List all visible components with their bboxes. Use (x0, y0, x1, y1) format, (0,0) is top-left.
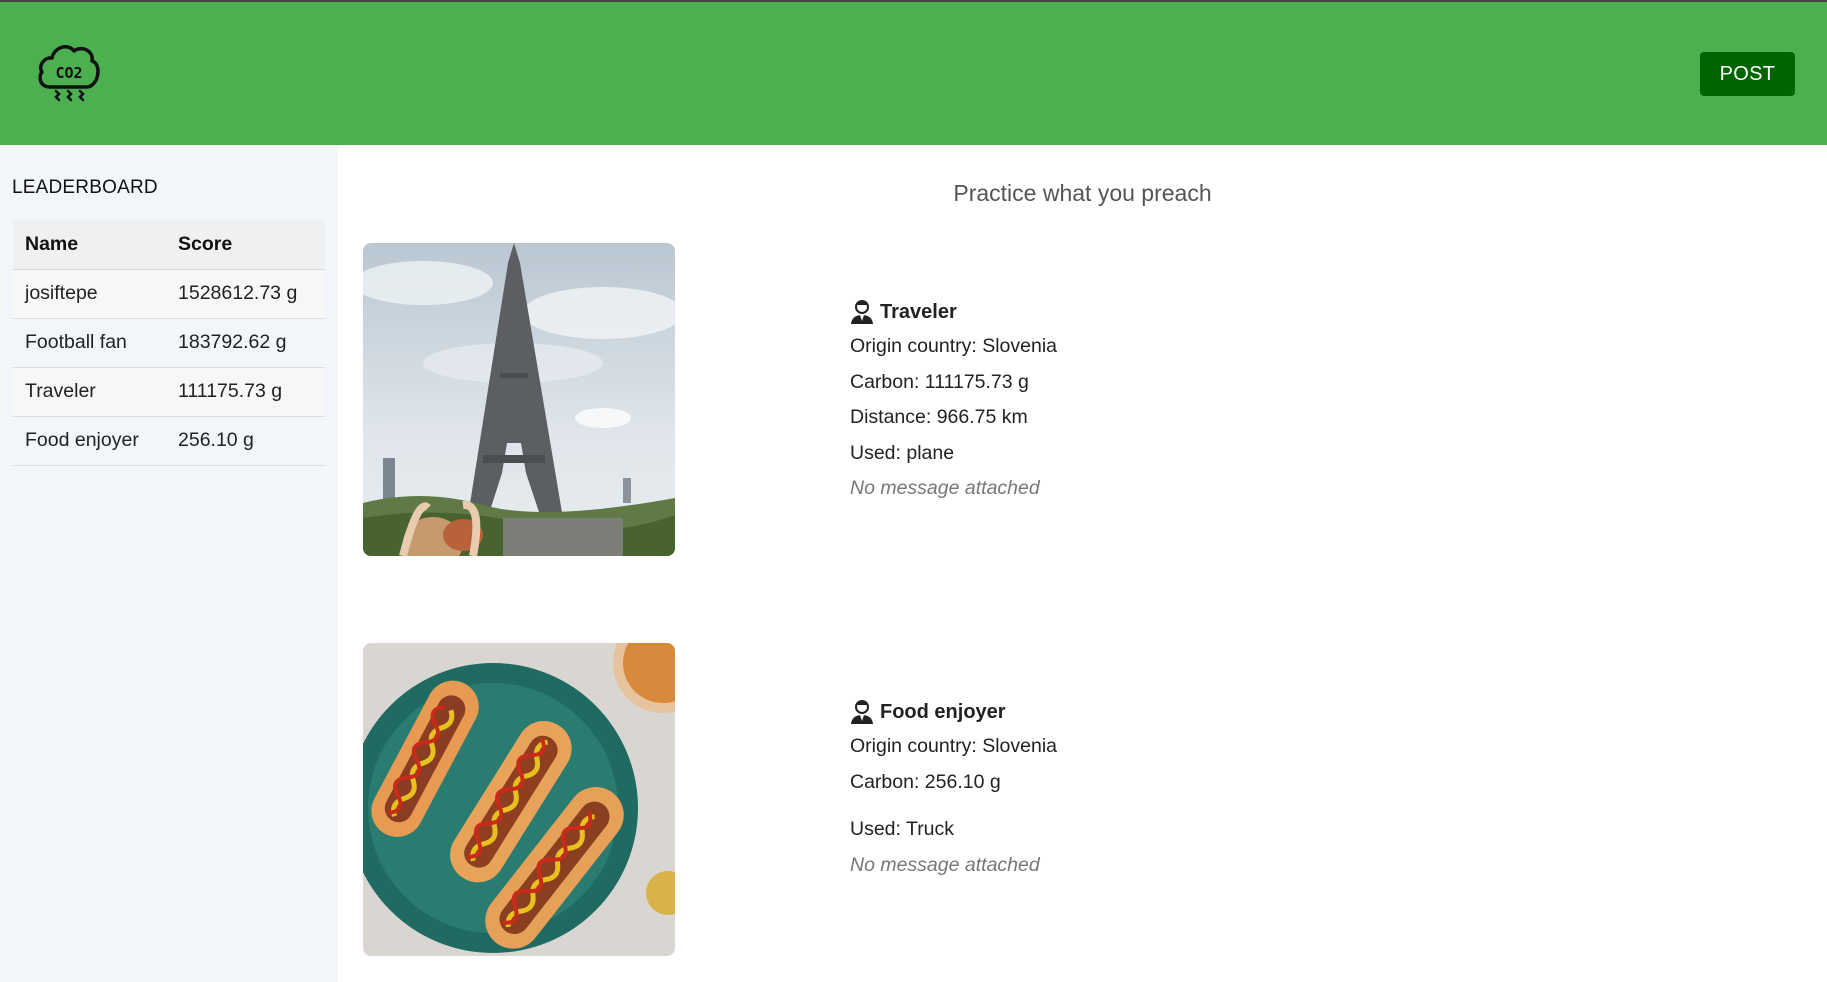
table-row: josiftepe 1528612.73 g (13, 269, 325, 319)
post-distance: Distance: 966.75 km (850, 406, 1028, 428)
leaderboard-name: josiftepe (13, 269, 166, 319)
leaderboard-title: LEADERBOARD (12, 177, 158, 198)
post-carbon: Carbon: 256.10 g (850, 770, 1001, 793)
table-row: Football fan 183792.62 g (13, 318, 325, 368)
post-origin: Origin country: Slovenia (850, 735, 1058, 757)
post-button[interactable]: POST (1700, 52, 1795, 96)
post-transport: Used: Truck (850, 818, 955, 840)
page-tagline: Practice what you preach (953, 180, 1212, 206)
post-message: No message attached (850, 477, 1040, 499)
leaderboard-sidebar: LEADERBOARD Name Score josiftepe 1528612… (0, 145, 338, 982)
leaderboard-name: Football fan (13, 318, 166, 368)
column-header-score: Score (166, 220, 325, 270)
leaderboard-table: Name Score josiftepe 1528612.73 g Footba… (13, 220, 325, 466)
app-header: CO2 POST (0, 2, 1827, 145)
leaderboard-score: 1528612.73 g (166, 269, 325, 319)
post-username[interactable]: Food enjoyer (880, 701, 1006, 724)
hot-dogs-photo (363, 643, 675, 956)
table-row: Food enjoyer 256.10 g (13, 416, 325, 466)
post-details: Food enjoyer Origin country: Slovenia Ca… (850, 695, 1057, 883)
post-card: Traveler Origin country: Slovenia Carbon… (363, 243, 1763, 556)
svg-text:CO2: CO2 (55, 64, 82, 82)
user-avatar-icon (851, 700, 873, 724)
post-username[interactable]: Traveler (880, 301, 957, 324)
post-message: No message attached (850, 853, 1040, 876)
post-feed: Practice what you preach Traveler Origin… (338, 145, 1827, 982)
co2-cloud-logo-icon[interactable]: CO2 (36, 39, 102, 107)
leaderboard-score: 256.10 g (166, 416, 325, 466)
post-card: Food enjoyer Origin country: Slovenia Ca… (363, 643, 1763, 956)
leaderboard-score: 183792.62 g (166, 318, 325, 368)
post-author: Food enjoyer (850, 695, 1057, 729)
post-carbon: Carbon: 111175.73 g (850, 370, 1029, 393)
post-details: Traveler Origin country: Slovenia Carbon… (850, 295, 1057, 507)
table-row: Traveler 111175.73 g (13, 367, 325, 417)
post-origin: Origin country: Slovenia (850, 335, 1058, 357)
post-author: Traveler (850, 295, 1057, 329)
column-header-name: Name (13, 220, 166, 270)
leaderboard-name: Traveler (13, 367, 166, 417)
leaderboard-score: 111175.73 g (166, 367, 325, 417)
leaderboard-name: Food enjoyer (13, 416, 166, 466)
table-header-row: Name Score (13, 220, 325, 270)
post-transport: Used: plane (850, 441, 955, 464)
eiffel-tower-photo (363, 243, 675, 556)
user-avatar-icon (851, 300, 873, 324)
